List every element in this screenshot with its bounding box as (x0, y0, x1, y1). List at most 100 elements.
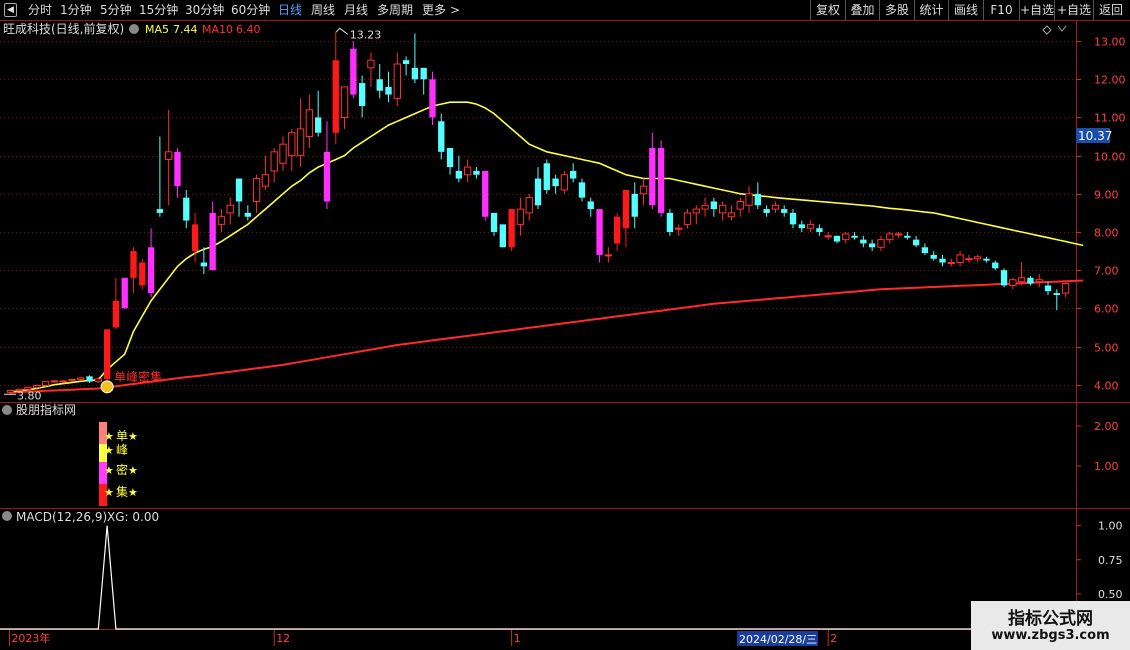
candle-body (666, 212, 674, 232)
chevron-down-icon[interactable] (1057, 25, 1067, 32)
candle-body (816, 228, 823, 232)
candle-body (420, 67, 427, 80)
y-tick-label: 11.00 (1094, 112, 1126, 125)
candle-body (912, 239, 920, 246)
y-tick-label: 12.00 (1094, 74, 1126, 87)
candle-body (446, 148, 454, 168)
candle-body (490, 212, 498, 232)
candle-body (1017, 277, 1026, 283)
low-annotation: 3.80 (17, 389, 42, 402)
candle-body (763, 209, 770, 213)
candle-body (252, 178, 261, 202)
y-tick-label: 13.00 (1094, 36, 1126, 49)
signal-star-icon: ★ (104, 430, 114, 443)
chart-canvas[interactable]: 13.0012.0011.0010.009.008.007.006.005.00… (0, 0, 1130, 650)
candle-body (350, 48, 357, 95)
candle-body (543, 163, 550, 190)
candle-body (649, 148, 656, 206)
y-tick-label: 5.00 (1094, 342, 1119, 355)
signal-panel-title: 股朋指标网 (16, 402, 76, 417)
candle-body (103, 329, 111, 379)
ma5-label: MA5 (145, 23, 169, 36)
diamond-icon[interactable] (1042, 25, 1052, 35)
candle-body (482, 170, 489, 217)
candle-body (956, 254, 964, 264)
signal-star-icon: ★ (128, 464, 138, 477)
panel3-dropdown-icon[interactable] (2, 511, 12, 521)
candle-body (376, 79, 383, 91)
candle-body (94, 378, 102, 383)
candle-body (121, 277, 128, 309)
candle-body (534, 178, 542, 206)
candle-body (974, 256, 982, 260)
candle-body (156, 209, 164, 213)
candle-body (323, 151, 331, 202)
candle-body (41, 381, 50, 386)
ma5-line (10, 101, 1084, 393)
candle-body (851, 235, 858, 238)
y-tick-label: 7.00 (1094, 265, 1119, 278)
candle-body (745, 193, 753, 206)
xg-signal-line (0, 525, 1076, 630)
candle-body (147, 247, 155, 294)
candle-body (200, 262, 208, 267)
x-tick-label: 2 (830, 632, 837, 645)
candle-body (33, 384, 41, 388)
candle-body (296, 128, 305, 157)
candle-body (894, 233, 903, 236)
candle-body (358, 83, 366, 106)
candle-body (587, 201, 594, 210)
watermark-url: www.zbgs3.com (991, 628, 1110, 643)
candle-body (6, 389, 15, 393)
candle-body (332, 60, 339, 133)
candle-body (736, 200, 744, 210)
candle-body (288, 132, 296, 157)
candle-body (525, 197, 533, 214)
signal-star-icon: ★ (104, 464, 114, 477)
x-tick-label: 2023年 (11, 631, 50, 645)
signal-star-icon: ★ (104, 444, 114, 457)
candle-body (904, 235, 911, 238)
candle-body (710, 201, 718, 210)
candle-body (130, 251, 137, 278)
candle-body (657, 148, 665, 213)
candle-body (965, 258, 973, 261)
candle-body (806, 223, 815, 229)
ma10-label: MA10 (202, 23, 233, 36)
signal-star-icon: ★ (128, 486, 138, 499)
candle-body (824, 235, 832, 238)
candle-body (718, 204, 727, 214)
candle-body (385, 86, 392, 95)
stock-title: 旺成科技(日线,前复权) (3, 21, 124, 36)
macd-title: MACD(12,26,9) (16, 510, 107, 524)
candle-body (692, 208, 700, 214)
y-tick-label: 6.00 (1094, 303, 1119, 316)
candle-body (983, 258, 990, 261)
settings-dropdown-icon[interactable] (129, 24, 139, 34)
candle-body (781, 209, 788, 213)
signal-char: 峰 (116, 443, 128, 457)
macd-y-tick: 0.75 (1098, 554, 1123, 567)
watermark-title: 指标公式网 (1008, 609, 1093, 629)
current-price: 10.37 (1078, 129, 1112, 143)
signal-y-tick: 2.00 (1094, 420, 1119, 433)
candle-body (622, 190, 630, 229)
signal-coin-icon (100, 380, 114, 394)
signal-char: 密 (116, 462, 128, 477)
candle-body (68, 378, 76, 381)
candle-body (139, 262, 146, 286)
candle-body (183, 197, 190, 221)
cursor-date: 2024/02/28/三 (739, 633, 817, 646)
candle-body (1009, 279, 1017, 286)
x-tick-label: 12 (276, 632, 290, 645)
candle-body (639, 185, 648, 195)
candle-body (947, 262, 955, 265)
y-tick-label: 10.00 (1094, 151, 1126, 164)
candle-body (438, 121, 445, 152)
candle-body (613, 216, 621, 244)
panel2-dropdown-icon[interactable] (2, 405, 12, 415)
candle-body (604, 254, 613, 257)
candle-body (1027, 277, 1034, 284)
candle-body (860, 239, 867, 244)
candle-body (516, 208, 525, 225)
